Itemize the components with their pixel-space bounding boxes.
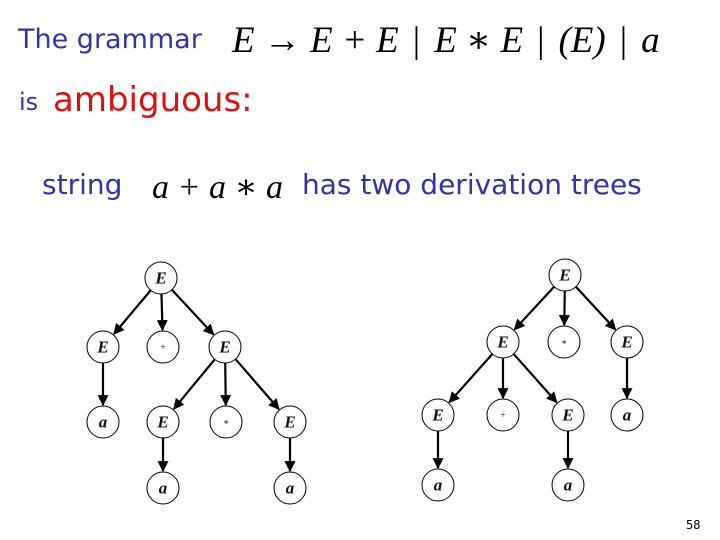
tree-node-a: a bbox=[421, 468, 455, 502]
node-label: a bbox=[564, 476, 573, 495]
node-label: E bbox=[496, 333, 508, 352]
node-label: a bbox=[434, 476, 443, 495]
node-label: E bbox=[561, 406, 573, 425]
tree-node-E: E bbox=[486, 325, 520, 359]
node-label: E bbox=[620, 333, 632, 352]
tree-node-plus: + bbox=[486, 398, 520, 432]
node-label: E bbox=[218, 338, 230, 357]
tree-node-E: E bbox=[551, 398, 585, 432]
tree-node-E: E bbox=[144, 261, 178, 295]
node-label: ∗ bbox=[223, 417, 229, 427]
tree-node-a: a bbox=[551, 468, 585, 502]
tree-edge bbox=[113, 289, 152, 335]
tree-edge bbox=[156, 293, 168, 332]
tree-node-E: E bbox=[208, 330, 242, 364]
node-label: a bbox=[159, 479, 168, 498]
tree-node-E: E bbox=[548, 258, 582, 292]
tree-edge bbox=[448, 353, 494, 404]
tree-node-a: a bbox=[146, 471, 180, 505]
tree-edge bbox=[234, 358, 280, 410]
node-label: E bbox=[154, 269, 166, 288]
node-label: + bbox=[500, 410, 505, 420]
tree-node-E: E bbox=[86, 330, 120, 364]
page-number: 58 bbox=[686, 518, 701, 532]
node-label: + bbox=[160, 342, 165, 352]
node-label: ∗ bbox=[561, 337, 567, 347]
derivation-tree-1: E E + Ea E ∗ Ea a bbox=[86, 261, 307, 505]
node-label: a bbox=[99, 413, 108, 432]
tree-node-a: a bbox=[273, 471, 307, 505]
tree-node-plus: + bbox=[146, 330, 180, 364]
tree-edge bbox=[575, 285, 617, 331]
tree-edge bbox=[512, 353, 558, 404]
node-label: a bbox=[623, 406, 632, 425]
node-label: E bbox=[283, 413, 295, 432]
tree-edge bbox=[220, 362, 232, 407]
tree-edge bbox=[172, 358, 216, 410]
node-label: a bbox=[286, 479, 295, 498]
tree-node-E: E bbox=[610, 325, 644, 359]
tree-node-E: E bbox=[273, 405, 307, 439]
node-label: E bbox=[96, 338, 108, 357]
tree-edge bbox=[171, 288, 215, 336]
tree-node-a: a bbox=[86, 405, 120, 439]
tree-node-times: ∗ bbox=[209, 405, 243, 439]
tree-node-E: E bbox=[421, 398, 455, 432]
tree-edge bbox=[513, 285, 555, 331]
derivation-trees: E E + Ea E ∗ Ea a E E ∗ E E + Ea a a bbox=[86, 258, 644, 505]
tree-node-E: E bbox=[146, 405, 180, 439]
node-label: E bbox=[156, 413, 168, 432]
derivation-tree-2: E E ∗ E E + Ea a a bbox=[421, 258, 644, 502]
node-label: E bbox=[558, 266, 570, 285]
tree-node-times: ∗ bbox=[547, 325, 581, 359]
tree-edge bbox=[558, 290, 570, 327]
node-label: E bbox=[431, 406, 443, 425]
tree-node-a: a bbox=[610, 398, 644, 432]
